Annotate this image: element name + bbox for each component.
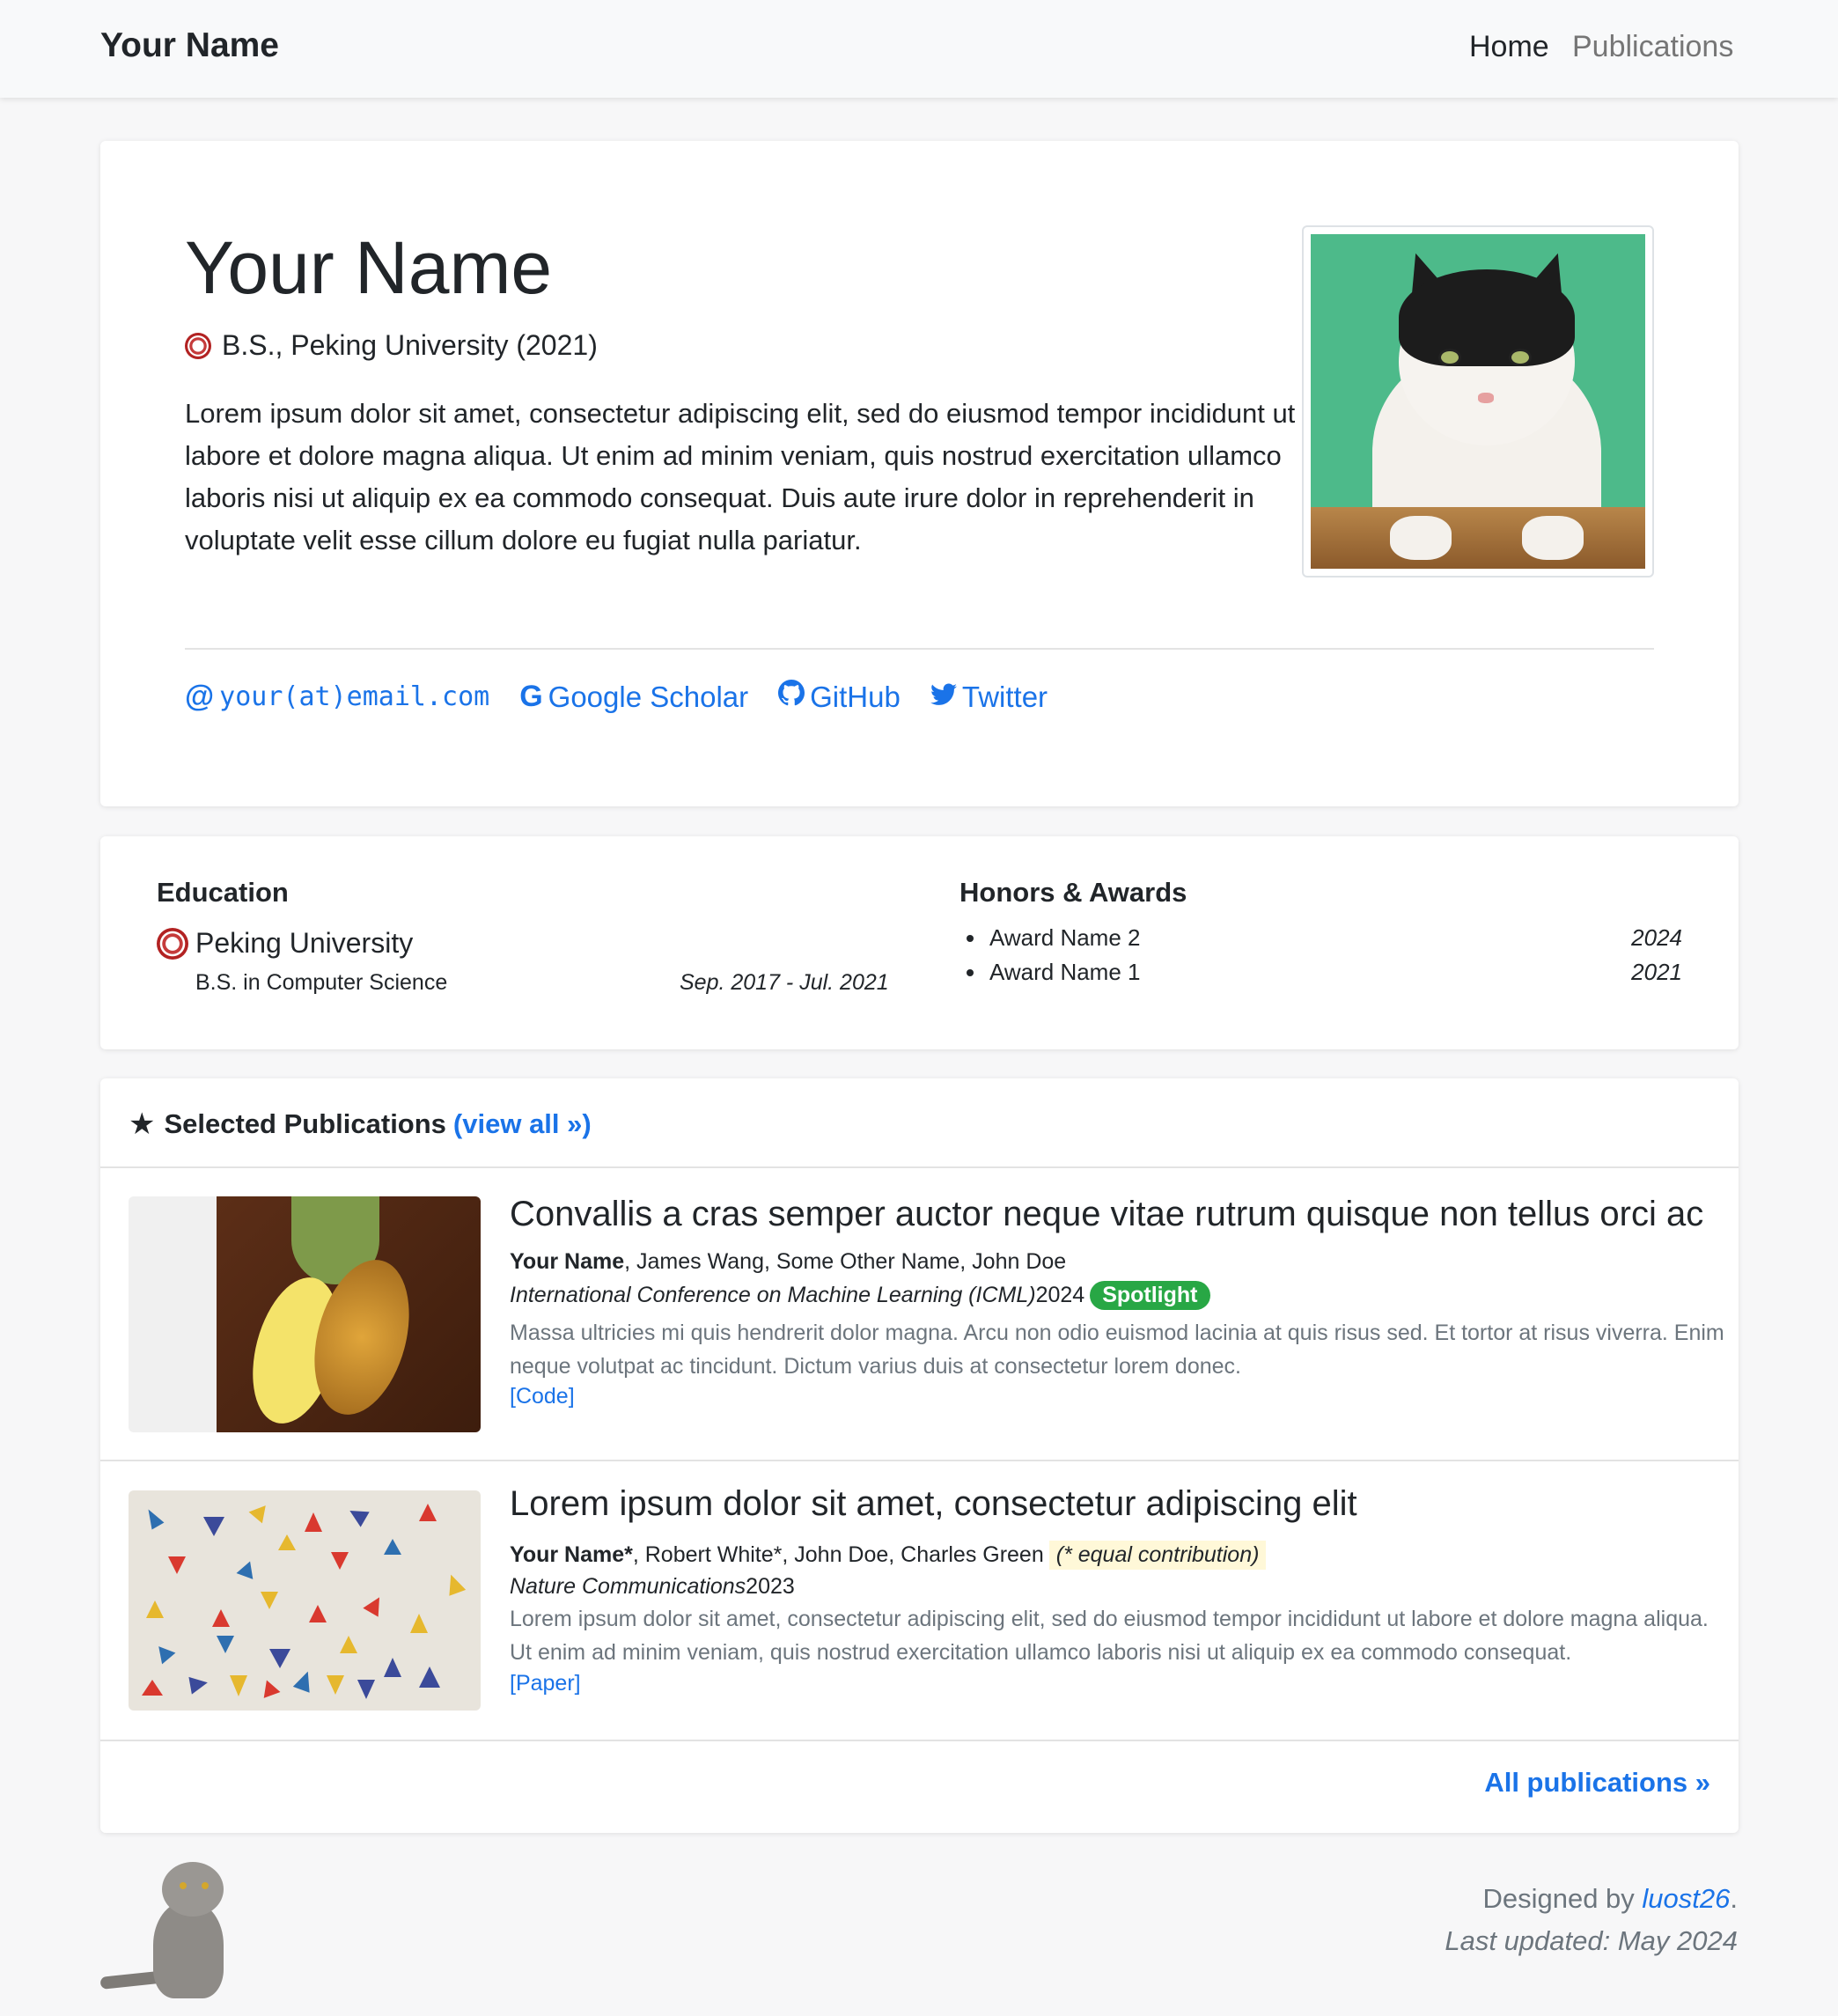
- degree-major: B.S. in Computer Science: [195, 970, 448, 995]
- publication-venue: Nature Communications 2023: [510, 1574, 795, 1599]
- publication-thumbnail: [129, 1490, 481, 1711]
- publication-abstract: Massa ultricies mi quis hendrerit dolor …: [510, 1321, 1724, 1379]
- education-honors-card: Education Peking University B.S. in Comp…: [100, 836, 1739, 1049]
- publication-item: Lorem ipsum dolor sit amet, consectetur …: [100, 1461, 1739, 1741]
- google-scholar-link[interactable]: G Google Scholar: [519, 680, 748, 714]
- navbar: Your Name Home Publications: [0, 0, 1838, 98]
- email-link[interactable]: @ your(at)email.com: [185, 680, 489, 714]
- brand-link[interactable]: Your Name: [100, 26, 279, 65]
- publication-title: Convallis a cras semper auctor neque vit…: [510, 1195, 1704, 1233]
- publication-authors: Your Name*, Robert White*, John Doe, Cha…: [510, 1541, 1267, 1570]
- nav-home-link[interactable]: Home: [1469, 30, 1549, 64]
- star-icon: ★: [129, 1107, 156, 1141]
- publications-card: ★ Selected Publications (view all ») Con…: [100, 1078, 1739, 1833]
- degree-line: B.S., Peking University (2021): [185, 329, 598, 362]
- publications-heading: Selected Publications: [164, 1108, 446, 1139]
- footer-credit: Designed by luost26.: [1482, 1883, 1738, 1914]
- university-logo-icon: [185, 332, 211, 359]
- github-link[interactable]: GitHub: [778, 680, 901, 714]
- award-year: 2021: [1631, 959, 1682, 985]
- publication-title: Lorem ipsum dolor sit amet, consectetur …: [510, 1484, 1357, 1523]
- spotlight-badge: Spotlight: [1090, 1281, 1210, 1310]
- double-chevron-right-icon: »: [567, 1108, 583, 1139]
- footer: Designed by luost26. Last updated: May 2…: [1445, 1878, 1738, 1962]
- github-icon: [778, 680, 805, 714]
- education-period: Sep. 2017 - Jul. 2021: [680, 970, 889, 995]
- code-link[interactable]: [Code]: [510, 1384, 575, 1409]
- equal-contribution-note: (* equal contribution): [1048, 1541, 1267, 1570]
- award-item: Award Name 2: [967, 924, 1141, 952]
- twitter-link[interactable]: Twitter: [930, 680, 1048, 714]
- award-item: Award Name 1: [967, 959, 1141, 986]
- education-title: Education: [157, 877, 289, 908]
- footer-cat-image: [99, 1858, 241, 2003]
- school-name: Peking University: [157, 927, 413, 960]
- publication-abstract: Lorem ipsum dolor sit amet, consectetur …: [510, 1607, 1709, 1665]
- contact-links: @ your(at)email.com G Google Scholar Git…: [185, 680, 1077, 714]
- designer-link[interactable]: luost26: [1642, 1883, 1730, 1914]
- view-all-link[interactable]: (view all »): [453, 1108, 592, 1140]
- double-chevron-right-icon: »: [1695, 1767, 1710, 1798]
- twitter-icon: [930, 680, 957, 714]
- publication-thumbnail: [129, 1196, 481, 1432]
- university-logo-icon: [157, 927, 188, 960]
- google-icon: G: [519, 680, 543, 713]
- at-sign-icon: @: [185, 680, 215, 713]
- publication-authors: Your Name, James Wang, Some Other Name, …: [510, 1249, 1067, 1274]
- award-year: 2024: [1631, 924, 1682, 951]
- honors-title: Honors & Awards: [959, 877, 1187, 908]
- profile-photo: [1302, 225, 1654, 578]
- divider: [185, 648, 1654, 650]
- publication-item: Convallis a cras semper auctor neque vit…: [100, 1168, 1739, 1461]
- publication-venue: International Conference on Machine Lear…: [510, 1281, 1210, 1310]
- all-publications-link[interactable]: All publications »: [1484, 1767, 1710, 1799]
- intro-card: Your Name B.S., Peking University (2021)…: [100, 141, 1739, 806]
- nav-publications-link[interactable]: Publications: [1572, 30, 1733, 64]
- hero-name: Your Name: [185, 226, 553, 309]
- publications-header: ★ Selected Publications (view all »): [100, 1078, 1739, 1168]
- paper-link[interactable]: [Paper]: [510, 1671, 581, 1696]
- bio-text: Lorem ipsum dolor sit amet, consectetur …: [185, 398, 1296, 556]
- last-updated: Last updated: May 2024: [1445, 1925, 1738, 1956]
- degree-text: B.S., Peking University (2021): [222, 329, 598, 361]
